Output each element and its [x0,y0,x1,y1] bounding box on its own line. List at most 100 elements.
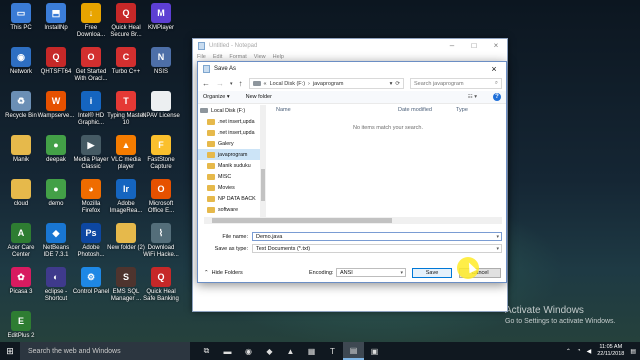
nav-item[interactable]: javaprogram [198,149,265,160]
desktop-icon[interactable]: Manik [2,134,40,164]
desktop-icon[interactable]: i Intel® HD Graphic... [72,90,110,127]
desktop-icon[interactable]: Ps Adobe Photosh... [72,222,110,259]
files-icon[interactable]: ▦ [301,342,322,360]
recent-locations-icon[interactable]: ▾ [230,81,233,87]
desktop-icon[interactable]: ♻ Recycle Bin [2,90,40,120]
breadcrumb-folder[interactable]: javaprogram [313,81,344,87]
navigation-pane: Local Disk (F:) .net insert,upda .net inse… [198,105,265,221]
save-type-select[interactable]: Text Documents (*.txt) ▾ [252,244,502,253]
view-options-icon[interactable]: ☷ ▾ [468,94,477,100]
save-button[interactable]: Save [412,267,452,278]
typing-icon[interactable]: T [322,342,343,360]
back-arrow-icon[interactable]: ← [202,79,210,88]
desktop-icon[interactable]: O Microsoft Office E... [142,178,180,215]
menu-help[interactable]: Help [273,54,284,60]
desktop-icon[interactable]: O Get Started With Oracl... [72,46,110,83]
desktop-icon[interactable]: ▭ This PC [2,2,40,32]
notepad-icon[interactable]: ▤ [343,342,364,360]
desktop-icon[interactable]: Q QHTSFT64 [37,46,75,76]
new-folder-button[interactable]: New folder [246,94,272,100]
forward-arrow-icon[interactable]: → [216,79,224,88]
nav-item[interactable]: .net insert,upda [198,127,265,138]
notifications-icon[interactable]: ▤ [630,348,636,355]
desktop-icon[interactable]: ● deepak [37,134,75,164]
desktop-icon[interactable]: ● demo [37,178,75,208]
search-input[interactable]: Search javaprogram ⌕ [410,78,502,89]
close-icon[interactable]: × [485,41,507,50]
desktop-icon[interactable]: M KMPlayer [142,2,180,32]
nav-scrollbar[interactable] [260,105,266,221]
menu-format[interactable]: Format [229,54,246,60]
nav-item[interactable]: .net insert,upda [198,116,265,127]
taskbar-search-input[interactable]: Search the web and Windows [20,342,190,360]
windows-start-icon[interactable]: ⊞ [0,342,20,360]
file-explorer-icon[interactable]: ▬ [217,342,238,360]
vlc-icon[interactable]: ▲ [280,342,301,360]
netbeans-icon[interactable]: ◆ [259,342,280,360]
desktop-icon[interactable]: N NSIS [142,46,180,76]
desktop-icon[interactable]: W Wampserve... [37,90,75,120]
desktop-icon[interactable]: ▲ VLC media player [107,134,145,171]
up-arrow-icon[interactable]: ↑ [239,79,243,88]
desktop-icon[interactable]: Q Quick Heal Safe Banking [142,266,180,303]
maximize-icon[interactable]: □ [463,41,485,50]
chrome-icon: ● [46,135,66,155]
menu-file[interactable]: File [197,54,206,60]
nav-item[interactable]: NP DATA BACK [198,193,265,204]
nav-item[interactable]: software [198,204,265,215]
refresh-icon[interactable]: ⟳ [395,81,403,87]
desktop-icon[interactable]: ▶ Media Player Classic [72,134,110,171]
encoding-select[interactable]: ANSI ▾ [336,268,406,277]
desktop-icon[interactable]: T Typing Master 10 [107,90,145,127]
hide-folders-toggle[interactable]: ⌃ Hide Folders [204,270,243,276]
desktop-icon[interactable]: ◐ eclipse - Shortcut [37,266,75,303]
desktop-icon[interactable]: cloud [2,178,40,208]
dialog-close-icon[interactable]: × [482,64,506,74]
desktop-icon[interactable]: New folder (2) [107,222,145,252]
column-headers: Name Date modified Type [270,105,506,115]
task-view-icon[interactable]: ⧉ [196,342,217,360]
terminal-icon[interactable]: ▣ [364,342,385,360]
desktop-icon[interactable]: ⌇ Download WiFi Hacke... [142,222,180,259]
nav-item[interactable]: MISC [198,171,265,182]
breadcrumb-drive[interactable]: Local Disk (F:) [270,81,305,87]
clock[interactable]: 11:05 AM 22/11/2018 [597,344,624,358]
desktop-icon[interactable]: NPAV License [142,90,180,120]
desktop-icon[interactable]: E EditPlus 2 [2,310,40,340]
desktop-icon[interactable]: ⚙ Control Panel [72,266,110,296]
nav-item[interactable]: Manik suduku [198,160,265,171]
chevron-down-icon[interactable]: ▾ [390,81,393,87]
breadcrumb[interactable]: « Local Disk (F:) › javaprogram ▾ ⟳ [248,78,404,89]
network-icon[interactable]: ◔ [577,348,581,354]
file-name-input[interactable]: Demo.java ▾ [252,232,502,241]
column-name[interactable]: Name [276,107,291,113]
chrome-icon[interactable]: ◉ [238,342,259,360]
desktop-icon[interactable]: Q Quick Heal Secure Br... [107,2,145,39]
help-icon[interactable]: ? [493,93,501,101]
nav-item[interactable]: Movies [198,182,265,193]
nav-item[interactable]: Local Disk (F:) [198,105,265,116]
horizontal-scrollbar[interactable] [204,217,502,224]
desktop-icon[interactable]: ◆ NetBeans IDE 7.3.1 [37,222,75,259]
minimize-icon[interactable]: – [441,41,463,50]
menu-view[interactable]: View [254,54,266,60]
desktop-icon[interactable]: C Turbo C++ [107,46,145,76]
nav-item[interactable]: Galery [198,138,265,149]
desktop-icon[interactable]: S EMS SQL Manager ... [107,266,145,303]
chevron-down-icon[interactable]: ▾ [496,246,501,252]
column-type[interactable]: Type [456,107,468,113]
desktop-icon[interactable]: ⬒ InstallNp [37,2,75,32]
desktop-icon[interactable]: ◉ Network [2,46,40,76]
desktop-icon[interactable]: ✿ Picasa 3 [2,266,40,296]
desktop-icon[interactable]: A Acer Care Center [2,222,40,259]
desktop-icon[interactable]: ↓ Free Downloa... [72,2,110,39]
organize-button[interactable]: Organize ▾ [203,94,230,100]
volume-icon[interactable]: ◀ [587,348,592,355]
desktop-icon[interactable]: Ir Adobe ImageRea... [107,178,145,215]
tray-chevron-icon[interactable]: ⌃ [566,348,571,355]
chevron-down-icon[interactable]: ▾ [496,234,501,240]
desktop-icon[interactable]: F FastStone Capture [142,134,180,171]
desktop-icon[interactable]: ◕ Mozilla Firefox [72,178,110,215]
column-date-modified[interactable]: Date modified [398,107,432,113]
menu-edit[interactable]: Edit [213,54,222,60]
